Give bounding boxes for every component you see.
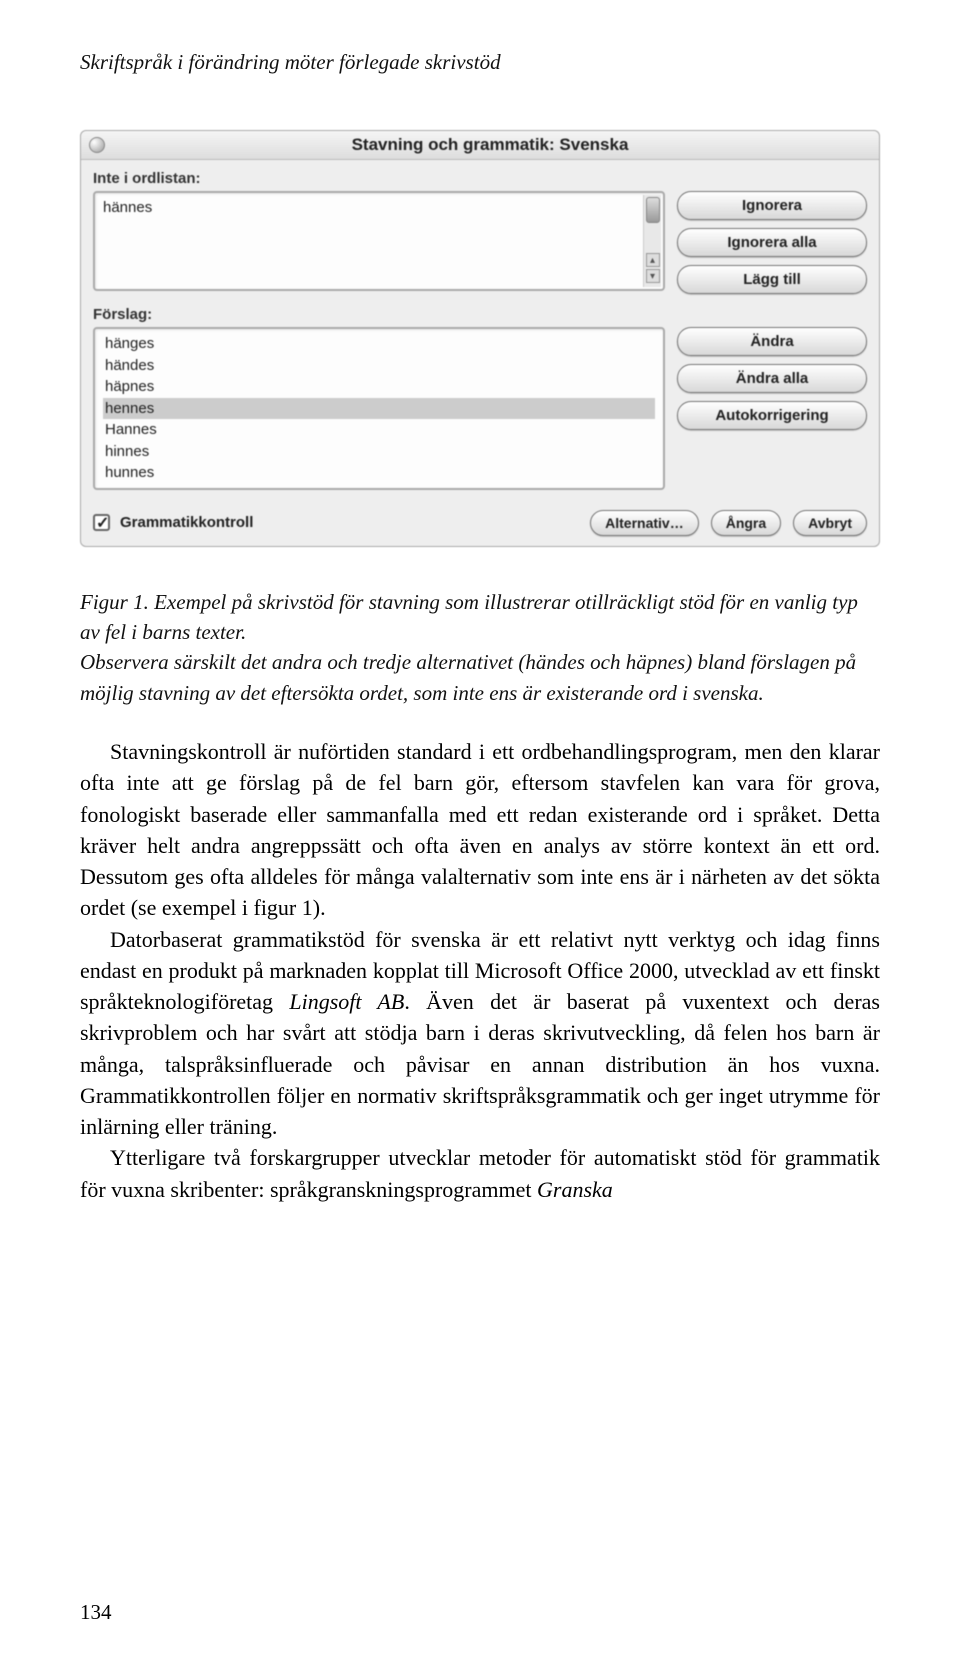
- not-in-dictionary-field[interactable]: hännes ▴ ▾: [93, 191, 665, 291]
- list-item[interactable]: hinnes: [103, 441, 655, 463]
- paragraph-3: Ytterligare två forskargrupper utvecklar…: [80, 1142, 880, 1204]
- suggestions-list[interactable]: hänges händes häpnes hennes Hannes hinne…: [93, 327, 665, 490]
- list-item[interactable]: händes: [103, 355, 655, 377]
- figure-caption-note: Observera särskilt det andra och tredje …: [80, 650, 856, 704]
- change-all-button[interactable]: Ändra alla: [677, 364, 867, 393]
- list-item[interactable]: hunnes: [103, 462, 655, 484]
- grammar-check-label: Grammatikkontroll: [120, 514, 253, 531]
- add-button[interactable]: Lägg till: [677, 265, 867, 294]
- dialog-titlebar: Stavning och grammatik: Svenska: [81, 131, 879, 160]
- undo-button[interactable]: Ångra: [711, 510, 781, 536]
- paragraph-1: Stavningskontroll är nuförtiden standard…: [80, 736, 880, 923]
- not-in-dictionary-label: Inte i ordlistan:: [93, 170, 867, 187]
- ignore-button[interactable]: Ignorera: [677, 191, 867, 220]
- running-header: Skriftspråk i förändring möter förlegade…: [80, 50, 880, 75]
- change-button[interactable]: Ändra: [677, 327, 867, 356]
- list-item[interactable]: häpnes: [103, 376, 655, 398]
- close-icon[interactable]: [89, 137, 105, 153]
- misspelled-word: hännes: [103, 199, 152, 216]
- grammar-check-checkbox[interactable]: Grammatikkontroll: [93, 514, 253, 532]
- list-item[interactable]: hänges: [103, 333, 655, 355]
- figure-caption: Figur 1. Exempel på skrivstöd för stavni…: [80, 587, 880, 709]
- autocorrect-button[interactable]: Autokorrigering: [677, 401, 867, 430]
- dialog-title: Stavning och grammatik: Svenska: [109, 135, 871, 155]
- figure-caption-text: Exempel på skrivstöd för stavning som il…: [80, 590, 858, 644]
- scrollbar[interactable]: ▴ ▾: [643, 195, 661, 287]
- checkbox-checked-icon: [93, 514, 110, 531]
- suggestions-label: Förslag:: [93, 306, 867, 323]
- list-item[interactable]: hennes: [103, 398, 655, 420]
- figure-label: Figur 1.: [80, 590, 149, 614]
- ignore-all-button[interactable]: Ignorera alla: [677, 228, 867, 257]
- page-number: 134: [80, 1600, 112, 1625]
- list-item[interactable]: Hannes: [103, 419, 655, 441]
- body-text: Stavningskontroll är nuförtiden standard…: [80, 736, 880, 1205]
- paragraph-2: Datorbaserat grammatikstöd för svenska ä…: [80, 924, 880, 1143]
- cancel-button[interactable]: Avbryt: [793, 510, 867, 536]
- scroll-down-icon[interactable]: ▾: [646, 269, 660, 283]
- spellcheck-dialog: Stavning och grammatik: Svenska Inte i o…: [80, 130, 880, 547]
- scroll-up-icon[interactable]: ▴: [646, 253, 660, 267]
- options-button[interactable]: Alternativ…: [590, 510, 699, 536]
- scroll-thumb-icon[interactable]: [646, 197, 660, 223]
